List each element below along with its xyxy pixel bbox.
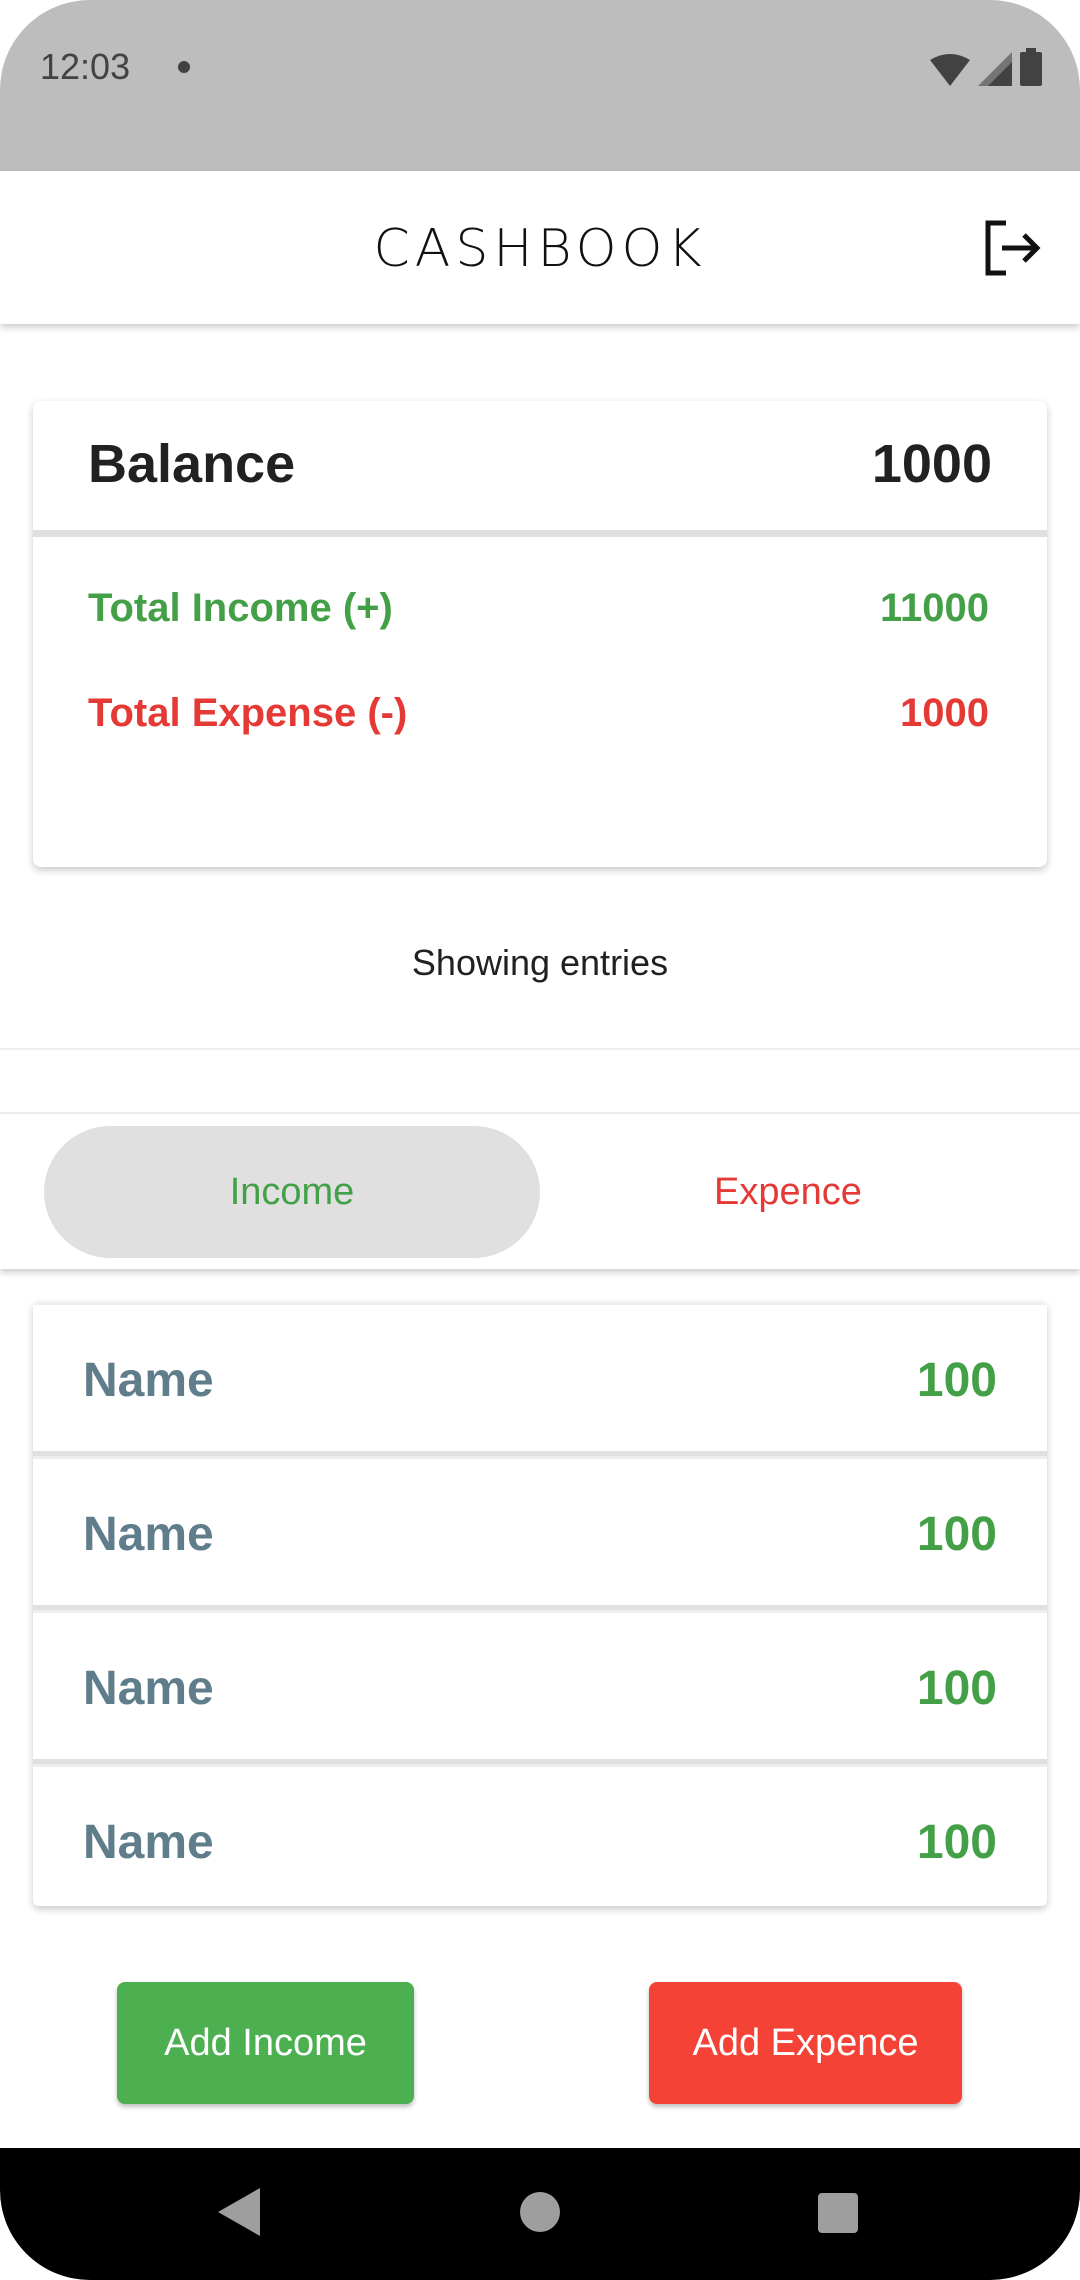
home-icon[interactable] <box>520 2192 560 2232</box>
entry-tabs: Income Expence <box>0 1114 1080 1269</box>
notification-dot-icon <box>178 61 190 73</box>
status-icons <box>930 46 1042 86</box>
list-item[interactable]: Name 100 <box>33 1302 1047 1456</box>
list-item[interactable]: Name 100 <box>33 1610 1047 1764</box>
entry-amount: 100 <box>916 1354 997 1407</box>
list-item[interactable]: Name 100 <box>33 1456 1047 1610</box>
total-expense-label: Total Expense (-) <box>88 691 408 735</box>
entry-amount: 100 <box>916 1816 997 1869</box>
entry-name: Name <box>83 1662 214 1715</box>
app-bar: CASHBOOK <box>0 171 1080 324</box>
back-icon[interactable] <box>218 2188 260 2236</box>
balance-card: Balance 1000 Total Income (+) 11000 Tota… <box>33 401 1047 867</box>
total-income-label: Total Income (+) <box>88 586 393 630</box>
entry-name: Name <box>83 1354 214 1407</box>
entry-name: Name <box>83 1508 214 1561</box>
app-title: CASHBOOK <box>373 219 707 279</box>
logout-icon[interactable] <box>982 217 1044 279</box>
entries-list: Name 100 Name 100 Name 100 Name 100 <box>33 1302 1047 1906</box>
cellular-signal-icon <box>978 52 1012 86</box>
tab-income[interactable]: Income <box>44 1126 540 1258</box>
showing-entries-text: Showing entries <box>411 942 669 983</box>
recent-apps-icon[interactable] <box>818 2193 858 2233</box>
balance-value: 1000 <box>871 434 992 494</box>
entry-name: Name <box>83 1816 214 1869</box>
add-expence-button[interactable]: Add Expence <box>649 1982 962 2104</box>
status-time: 12:03 <box>40 46 131 87</box>
list-item[interactable]: Name 100 <box>33 1764 1047 1906</box>
entry-amount: 100 <box>916 1662 997 1715</box>
wifi-icon <box>930 54 970 86</box>
system-nav-bar <box>0 2148 1080 2280</box>
balance-row: Balance 1000 <box>33 401 1047 537</box>
divider <box>0 1048 1080 1050</box>
add-income-button[interactable]: Add Income <box>117 1982 414 2104</box>
total-income-value: 11000 <box>879 586 989 630</box>
battery-icon <box>1020 48 1042 86</box>
total-expense-value: 1000 <box>900 691 989 735</box>
balance-label: Balance <box>88 434 296 494</box>
entry-amount: 100 <box>916 1508 997 1561</box>
tab-expence[interactable]: Expence <box>540 1126 1036 1258</box>
status-bar: 12:03 <box>0 0 1080 171</box>
